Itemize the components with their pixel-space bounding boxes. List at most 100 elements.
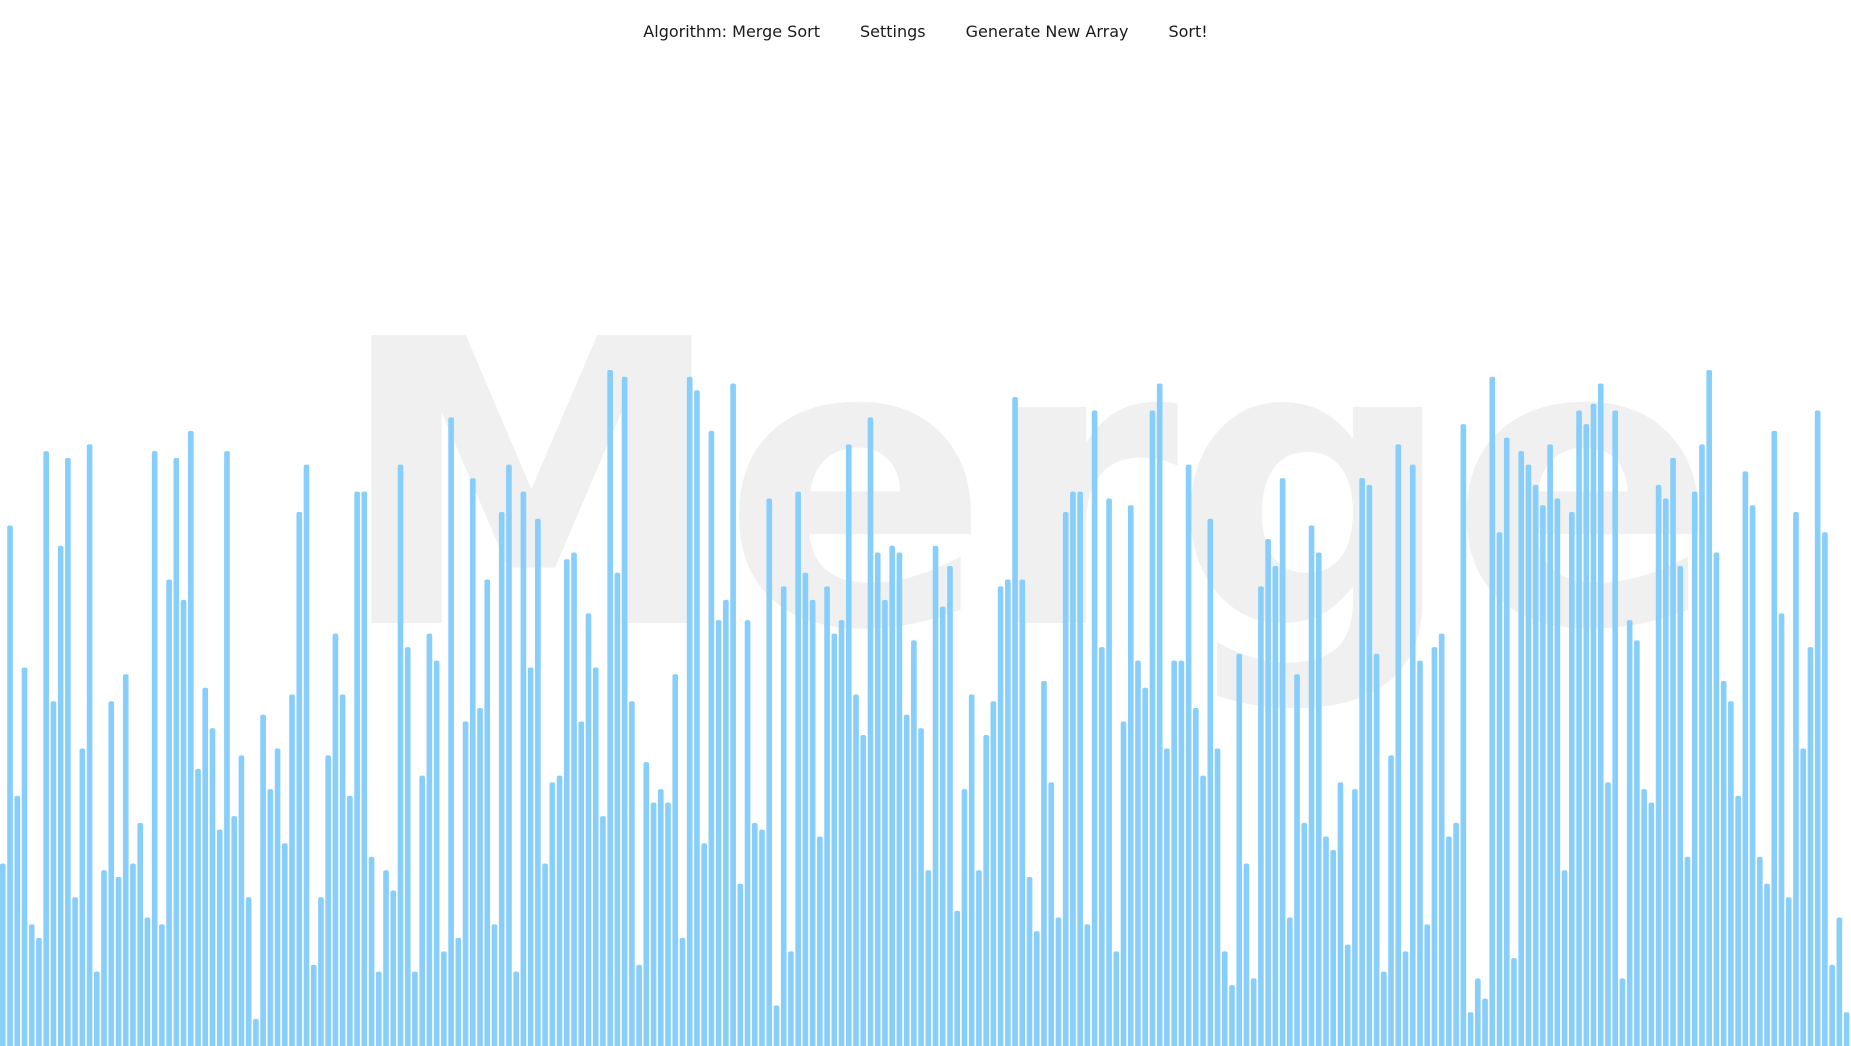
array-bar xyxy=(831,633,838,1046)
array-bar xyxy=(759,829,765,1046)
array-bar xyxy=(535,518,541,1046)
array-bar xyxy=(1691,491,1698,1046)
array-bar xyxy=(1764,883,1770,1046)
array-bar xyxy=(1344,944,1351,1046)
array-bar xyxy=(1475,978,1481,1046)
array-bar xyxy=(708,430,715,1046)
array-bar xyxy=(1496,532,1503,1046)
array-bar xyxy=(1547,444,1553,1046)
array-bar xyxy=(1829,964,1835,1046)
array-bar xyxy=(1229,985,1235,1046)
array-bars-chart xyxy=(0,370,1850,1046)
array-bar xyxy=(274,748,281,1046)
array-bar xyxy=(1757,856,1763,1046)
array-bar xyxy=(1164,748,1170,1046)
array-bar xyxy=(1279,478,1286,1046)
array-bar xyxy=(404,647,411,1046)
array-bar xyxy=(310,964,317,1046)
array-bar xyxy=(1113,951,1120,1046)
array-bar xyxy=(469,478,476,1046)
array-bar xyxy=(1272,566,1279,1046)
array-bar xyxy=(1590,403,1597,1046)
array-bar xyxy=(361,491,368,1046)
array-bar xyxy=(896,552,903,1046)
array-bar xyxy=(809,599,816,1046)
array-bar xyxy=(253,1018,259,1046)
array-bar xyxy=(433,660,440,1046)
array-bar xyxy=(1337,782,1344,1046)
array-bar xyxy=(527,667,534,1046)
array-bar xyxy=(426,633,433,1046)
array-bar xyxy=(187,430,194,1046)
array-bar xyxy=(513,971,519,1046)
array-bar xyxy=(1330,849,1337,1046)
array-bar xyxy=(216,829,223,1046)
array-bar xyxy=(672,674,679,1046)
array-bar xyxy=(961,789,968,1046)
array-bar xyxy=(1489,376,1496,1046)
array-bar xyxy=(1185,464,1192,1046)
array-bar xyxy=(354,491,360,1046)
array-bar xyxy=(1655,484,1662,1046)
array-bar xyxy=(903,714,910,1046)
array-bar xyxy=(238,755,245,1046)
array-bar xyxy=(751,822,758,1046)
array-bar xyxy=(1634,640,1640,1046)
array-bar xyxy=(7,525,13,1046)
array-bar xyxy=(1605,782,1611,1046)
array-bar xyxy=(686,376,693,1046)
array-bar xyxy=(1424,924,1431,1046)
generate-array-button[interactable]: Generate New Array xyxy=(966,18,1129,45)
array-bar xyxy=(1033,931,1040,1046)
array-bar xyxy=(122,674,129,1046)
array-bar xyxy=(1062,511,1069,1046)
array-bar xyxy=(1503,437,1510,1046)
array-bar xyxy=(1814,410,1821,1046)
array-bar xyxy=(600,816,606,1046)
array-bar xyxy=(303,464,310,1046)
array-bar xyxy=(1048,782,1055,1046)
array-bar xyxy=(375,971,382,1046)
array-bar xyxy=(289,694,295,1046)
array-bar xyxy=(766,498,773,1046)
array-bar xyxy=(715,620,722,1046)
array-bar xyxy=(1417,660,1423,1046)
array-bar xyxy=(773,1005,780,1046)
array-bar xyxy=(455,937,462,1046)
array-bar xyxy=(1778,613,1785,1046)
array-bar xyxy=(50,701,57,1046)
array-bar xyxy=(621,376,628,1046)
array-bar xyxy=(1243,863,1250,1046)
array-bar xyxy=(983,735,989,1046)
array-bar xyxy=(939,606,946,1046)
array-bar xyxy=(1453,822,1459,1046)
array-bar xyxy=(889,545,895,1046)
array-bar xyxy=(1460,424,1467,1046)
array-bar xyxy=(1597,383,1604,1046)
array-bar xyxy=(1301,822,1308,1046)
array-bar xyxy=(571,552,577,1046)
array-bar xyxy=(441,951,447,1046)
array-bar xyxy=(79,748,86,1046)
array-bar xyxy=(1265,539,1271,1046)
array-bar xyxy=(1077,491,1083,1046)
array-bar xyxy=(1323,836,1329,1046)
array-bar xyxy=(1670,457,1676,1046)
array-bar xyxy=(1677,566,1684,1046)
sort-button[interactable]: Sort! xyxy=(1168,18,1207,45)
array-bar xyxy=(918,728,924,1046)
array-bar xyxy=(1207,518,1214,1046)
array-bar xyxy=(520,491,527,1046)
array-bar xyxy=(1214,748,1221,1046)
array-bar xyxy=(1127,505,1134,1046)
array-bar xyxy=(1438,633,1445,1046)
array-bar xyxy=(202,687,209,1046)
array-bar xyxy=(744,620,751,1046)
array-bar xyxy=(542,863,548,1046)
settings-button[interactable]: Settings xyxy=(860,18,926,45)
array-bar xyxy=(390,890,397,1046)
algorithm-selector[interactable]: Algorithm: Merge Sort xyxy=(643,18,820,45)
array-bar xyxy=(1511,958,1517,1046)
array-bar xyxy=(57,545,64,1046)
array-bar xyxy=(665,802,671,1046)
